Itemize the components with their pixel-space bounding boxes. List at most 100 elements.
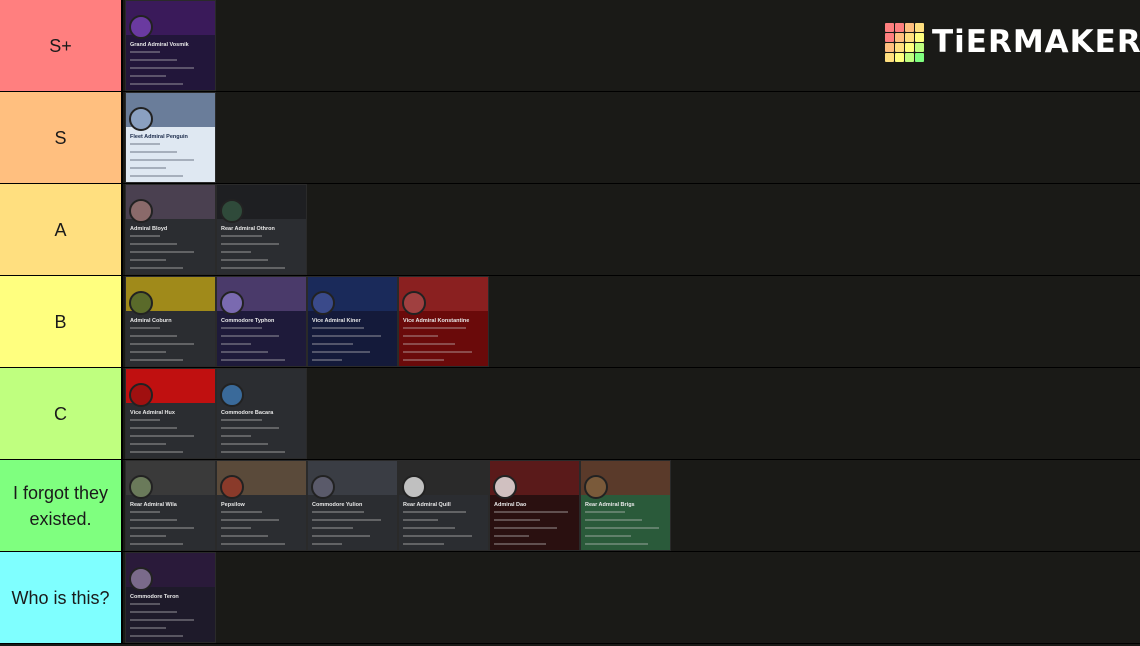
tier-label[interactable]: S <box>0 92 123 183</box>
profile-card[interactable]: Pepsilow <box>216 460 307 551</box>
tier-label[interactable]: A <box>0 184 123 275</box>
profile-text-line <box>403 535 472 537</box>
profile-text-line <box>494 535 529 537</box>
profile-card[interactable]: Commodore Bacara <box>216 368 307 459</box>
avatar <box>311 291 335 315</box>
avatar <box>129 567 153 591</box>
profile-text-line <box>403 327 466 329</box>
profile-text-line <box>221 451 285 453</box>
profile-card[interactable]: Grand Admiral Vosmik <box>125 0 216 91</box>
avatar <box>129 107 153 131</box>
profile-text-line <box>130 59 177 61</box>
logo-square <box>905 42 914 52</box>
profile-text-line <box>312 535 370 537</box>
profile-text-line <box>221 327 262 329</box>
profile-text-line <box>312 335 381 337</box>
profile-name: Rear Admiral Wila <box>130 502 177 508</box>
tier-row: B Admiral Coburn Commodore Typhon Vice Admi… <box>0 276 1140 367</box>
logo-square <box>895 42 904 52</box>
profile-text-line <box>494 543 546 545</box>
profile-name: Rear Admiral Quill <box>403 502 451 508</box>
profile-text-line <box>130 243 177 245</box>
tier-items: Rear Admiral Wila Pepsilow Commodore Yulio… <box>123 460 1140 551</box>
tier-row: S Fleet Admiral Penguin <box>0 92 1140 183</box>
profile-text-line <box>130 51 160 53</box>
profile-text-line <box>221 351 268 353</box>
tier-label[interactable]: Who is this? <box>0 552 123 643</box>
tier-label[interactable]: B <box>0 276 123 367</box>
profile-name: Commodore Yulion <box>312 502 363 508</box>
tier-row: I forgot they existed. Rear Admiral Wila P… <box>0 460 1140 551</box>
tiermaker-logo: TiERMAKER <box>885 20 1140 64</box>
avatar <box>220 475 244 499</box>
profile-text-line <box>130 603 160 605</box>
profile-card[interactable]: Commodore Yulion <box>307 460 398 551</box>
profile-name: Admiral Dao <box>494 502 527 508</box>
profile-text-line <box>130 143 160 145</box>
tier-label[interactable]: I forgot they existed. <box>0 460 123 551</box>
profile-text-line <box>585 535 631 537</box>
profile-text-line <box>403 543 444 545</box>
profile-text-line <box>130 627 166 629</box>
profile-card[interactable]: Rear Admiral Brigs <box>580 460 671 551</box>
profile-text-line <box>221 443 268 445</box>
profile-text-line <box>130 511 160 513</box>
profile-text-line <box>403 359 444 361</box>
logo-square <box>905 32 914 42</box>
profile-card[interactable]: Admiral Bloyd <box>125 184 216 275</box>
profile-text-line <box>221 343 251 345</box>
profile-text-line <box>403 527 455 529</box>
avatar <box>493 475 517 499</box>
profile-text-line <box>130 335 177 337</box>
profile-text-line <box>130 435 194 437</box>
logo-square <box>895 22 904 32</box>
profile-card[interactable]: Fleet Admiral Penguin <box>125 92 216 183</box>
profile-text-line <box>221 359 285 361</box>
profile-text-line <box>130 527 194 529</box>
profile-text-line <box>130 359 183 361</box>
profile-text-line <box>221 519 279 521</box>
profile-name: Commodore Typhon <box>221 318 275 324</box>
tier-items: Commodore Teron <box>123 552 1140 643</box>
profile-text-line <box>130 175 183 177</box>
tier-label[interactable]: S+ <box>0 0 123 91</box>
profile-text-line <box>130 251 194 253</box>
profile-text-line <box>585 519 642 521</box>
profile-card[interactable]: Vice Admiral Hux <box>125 368 216 459</box>
profile-text-line <box>130 343 194 345</box>
profile-text-line <box>585 543 648 545</box>
profile-card[interactable]: Commodore Teron <box>125 552 216 643</box>
profile-text-line <box>221 543 285 545</box>
avatar <box>129 199 153 223</box>
profile-text-line <box>312 519 381 521</box>
tier-items: Fleet Admiral Penguin <box>123 92 1140 183</box>
profile-text-line <box>130 235 160 237</box>
profile-card[interactable]: Rear Admiral Othron <box>216 184 307 275</box>
profile-text-line <box>403 519 438 521</box>
profile-text-line <box>585 511 625 513</box>
profile-name: Vice Admiral Kiner <box>312 318 361 324</box>
profile-card[interactable]: Vice Admiral Kiner <box>307 276 398 367</box>
logo-square <box>915 32 924 42</box>
profile-text-line <box>312 359 342 361</box>
logo-text: TiERMAKER <box>932 24 1140 60</box>
profile-text-line <box>130 259 166 261</box>
profile-text-line <box>221 335 279 337</box>
profile-card[interactable]: Admiral Coburn <box>125 276 216 367</box>
profile-text-line <box>312 543 342 545</box>
profile-card[interactable]: Rear Admiral Quill <box>398 460 489 551</box>
profile-name: Admiral Bloyd <box>130 226 168 232</box>
profile-text-line <box>221 427 279 429</box>
tier-label[interactable]: C <box>0 368 123 459</box>
profile-card[interactable]: Rear Admiral Wila <box>125 460 216 551</box>
profile-card[interactable]: Vice Admiral Konstantine <box>398 276 489 367</box>
profile-text-line <box>130 159 194 161</box>
tier-row: A Admiral Bloyd Rear Admiral Othron <box>0 184 1140 275</box>
logo-square <box>885 22 894 32</box>
avatar <box>129 291 153 315</box>
profile-card[interactable]: Commodore Typhon <box>216 276 307 367</box>
profile-text-line <box>221 243 279 245</box>
profile-card[interactable]: Admiral Dao <box>489 460 580 551</box>
profile-text-line <box>130 327 160 329</box>
profile-text-line <box>130 535 166 537</box>
